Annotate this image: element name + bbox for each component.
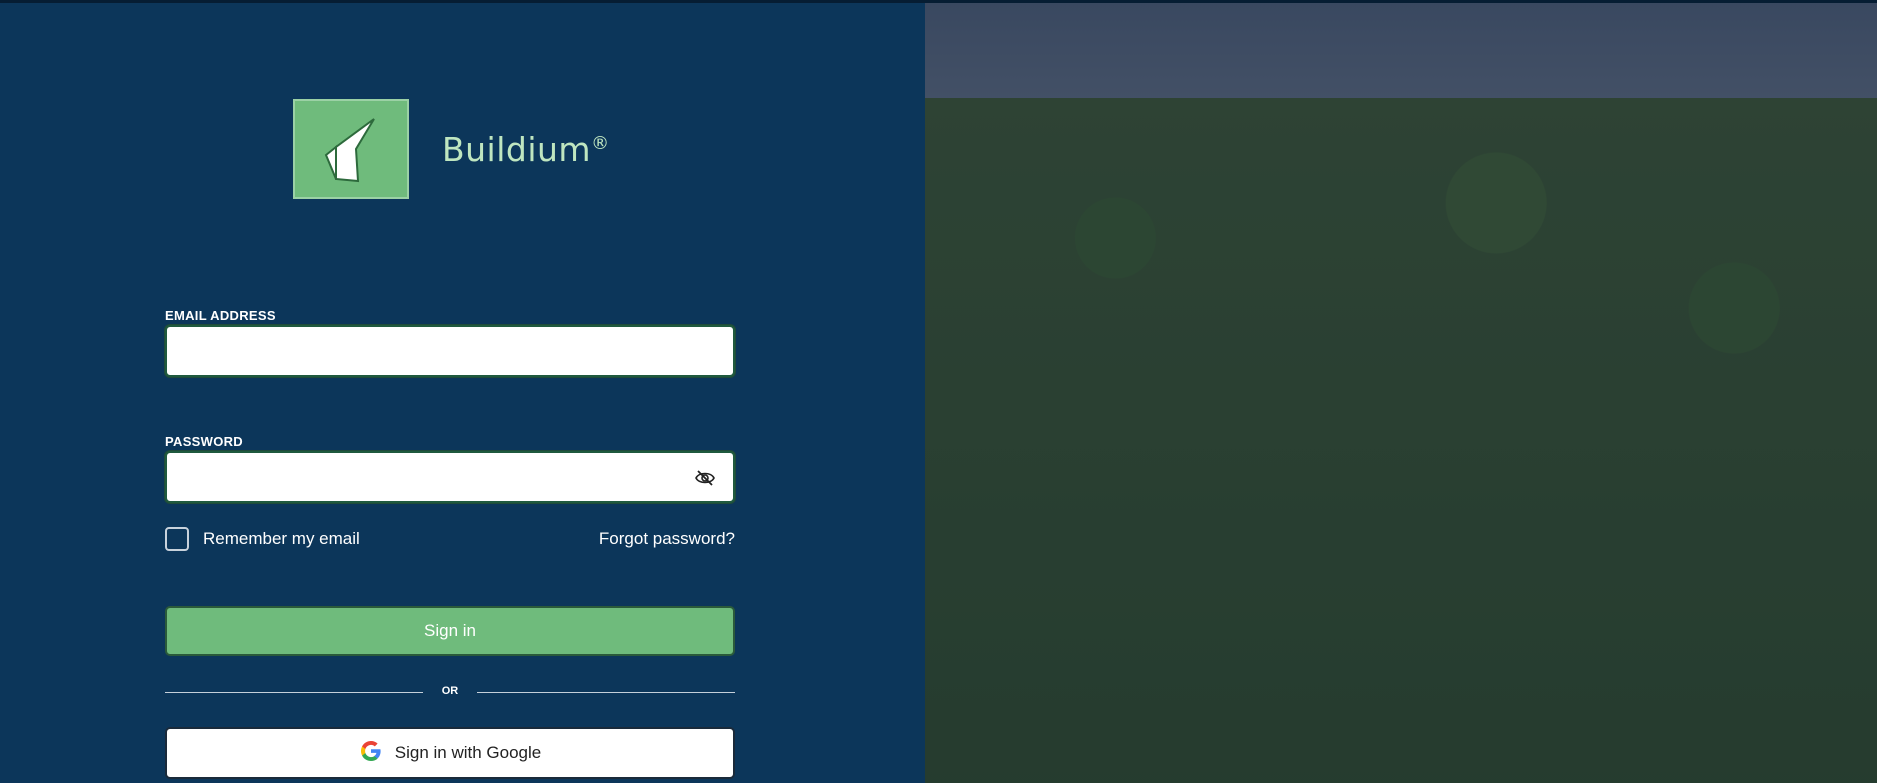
sign-in-button[interactable]: Sign in	[165, 606, 735, 656]
password-field[interactable]	[165, 451, 735, 503]
remember-checkbox[interactable]	[165, 527, 189, 551]
forgot-password-link[interactable]: Forgot password?	[435, 529, 735, 549]
divider-line-right	[477, 692, 735, 693]
email-input[interactable]	[167, 327, 733, 375]
logo-icon	[293, 99, 409, 199]
email-label: EMAIL ADDRESS	[165, 308, 276, 323]
brand-logo: Buildium®	[293, 99, 610, 199]
eye-slash-icon[interactable]	[695, 469, 715, 487]
google-sign-in-button[interactable]: Sign in with Google	[165, 727, 735, 779]
password-label: PASSWORD	[165, 434, 243, 449]
remember-email[interactable]: Remember my email	[165, 527, 360, 551]
hero-overlay	[925, 3, 1877, 783]
brand-name: Buildium®	[442, 129, 610, 169]
remember-label: Remember my email	[203, 529, 360, 548]
email-field[interactable]	[165, 325, 735, 377]
login-panel: Buildium® EMAIL ADDRESS PASSWORD Remembe…	[0, 0, 925, 783]
hero-image	[925, 0, 1877, 783]
password-input[interactable]	[167, 453, 733, 501]
or-label: OR	[441, 685, 459, 697]
google-sign-in-label: Sign in with Google	[394, 743, 542, 762]
or-divider: OR	[165, 683, 735, 699]
google-g-icon	[359, 739, 383, 768]
